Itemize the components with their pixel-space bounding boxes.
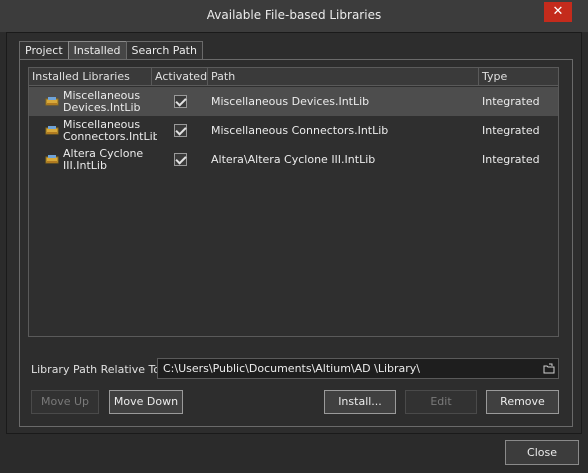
column-activated[interactable]: Activated xyxy=(152,68,208,86)
table-row[interactable]: Miscellaneous Connectors.IntLib Miscella… xyxy=(29,116,558,145)
checkmark-icon xyxy=(174,153,187,166)
folder-browse-icon[interactable] xyxy=(543,363,555,374)
library-type: Integrated xyxy=(482,124,540,137)
library-name: Altera Cyclone III.IntLib xyxy=(63,146,144,172)
checkmark-icon xyxy=(174,95,187,108)
relative-path-label: Library Path Relative To: xyxy=(31,363,164,376)
library-name: Miscellaneous Connectors.IntLib xyxy=(63,117,157,143)
close-button[interactable]: Close xyxy=(505,440,579,465)
close-icon: ✕ xyxy=(552,4,564,19)
libraries-table: Installed Libraries Activated Path Type … xyxy=(28,67,559,337)
install-button[interactable]: Install... xyxy=(324,390,396,414)
activated-checkbox[interactable] xyxy=(174,87,187,116)
column-path[interactable]: Path xyxy=(208,68,479,86)
library-book-icon xyxy=(45,97,59,106)
library-book-icon xyxy=(45,126,59,135)
library-path: Altera\Altera Cyclone III.IntLib xyxy=(211,153,376,166)
tab-search-path[interactable]: Search Path xyxy=(125,41,203,59)
library-type: Integrated xyxy=(482,95,540,108)
tab-installed[interactable]: Installed xyxy=(67,41,127,60)
table-row[interactable]: Altera Cyclone III.IntLib Altera\Altera … xyxy=(29,145,558,174)
edit-button[interactable]: Edit xyxy=(405,390,477,414)
remove-button[interactable]: Remove xyxy=(486,390,559,414)
library-name: Miscellaneous Devices.IntLib xyxy=(63,88,141,114)
library-book-icon xyxy=(45,155,59,164)
table-header: Installed Libraries Activated Path Type xyxy=(29,68,558,86)
table-row[interactable]: Miscellaneous Devices.IntLib Miscellaneo… xyxy=(29,87,558,116)
tab-strip: Project Installed Search Path xyxy=(19,41,203,60)
window-title: Available File-based Libraries xyxy=(206,8,382,22)
relative-path-value: C:\Users\Public\Documents\Altium\AD \Lib… xyxy=(163,362,420,375)
library-path: Miscellaneous Devices.IntLib xyxy=(211,95,370,108)
library-type: Integrated xyxy=(482,153,540,166)
column-installed-libraries[interactable]: Installed Libraries xyxy=(29,68,152,86)
activated-checkbox[interactable] xyxy=(174,145,187,174)
title-bar: Available File-based Libraries ✕ xyxy=(0,0,588,32)
move-up-button[interactable]: Move Up xyxy=(31,390,99,414)
move-down-button[interactable]: Move Down xyxy=(109,390,183,414)
library-path: Miscellaneous Connectors.IntLib xyxy=(211,124,389,137)
activated-checkbox[interactable] xyxy=(174,116,187,145)
relative-path-field[interactable]: C:\Users\Public\Documents\Altium\AD \Lib… xyxy=(157,358,559,379)
tab-project[interactable]: Project xyxy=(19,41,69,59)
window-close-button[interactable]: ✕ xyxy=(544,2,572,22)
column-type[interactable]: Type xyxy=(479,68,558,86)
checkmark-icon xyxy=(174,124,187,137)
